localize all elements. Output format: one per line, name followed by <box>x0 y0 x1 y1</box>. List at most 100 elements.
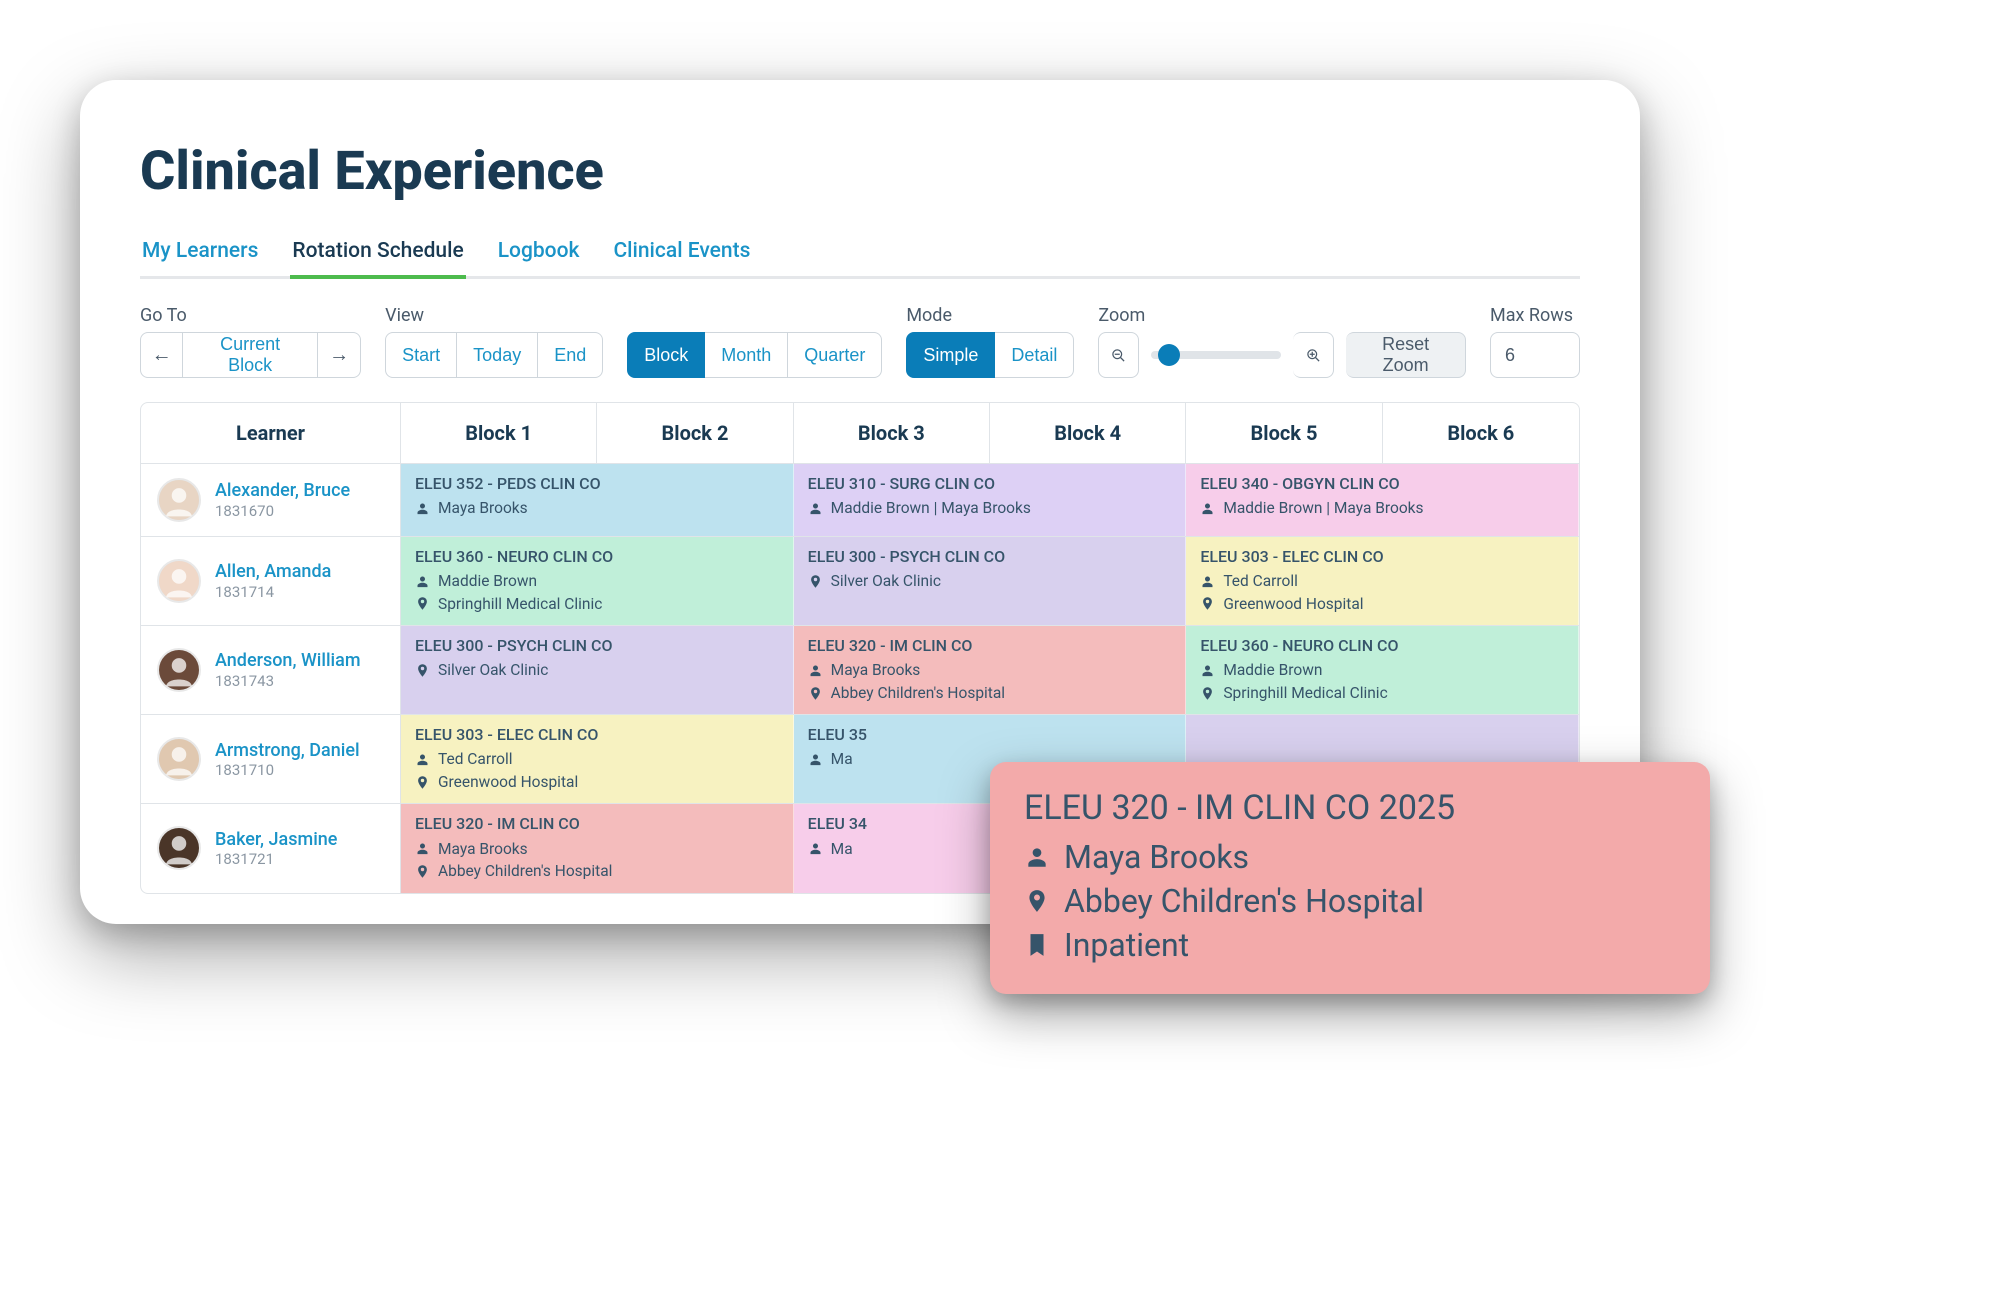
tab-clinical-events[interactable]: Clinical Events <box>611 239 752 279</box>
avatar <box>157 559 201 603</box>
block-location: Springhill Medical Clinic <box>415 593 779 615</box>
block-course: ELEU 303 - ELEC CLIN CO <box>1200 545 1564 568</box>
avatar <box>157 478 201 522</box>
location-icon <box>1024 888 1050 914</box>
block-location: Greenwood Hospital <box>415 771 779 793</box>
col-block4: Block 4 <box>990 403 1186 463</box>
next-button[interactable]: → <box>318 332 361 378</box>
zoom-in-button[interactable] <box>1293 332 1334 378</box>
mode-label: Mode <box>906 305 1074 326</box>
zoom-slider-thumb[interactable] <box>1158 344 1180 366</box>
view-block-button[interactable]: Block <box>627 332 705 378</box>
view-quarter-button[interactable]: Quarter <box>788 332 882 378</box>
avatar <box>157 737 201 781</box>
zoom-out-button[interactable] <box>1098 332 1139 378</box>
mode-detail-button[interactable]: Detail <box>995 332 1074 378</box>
table-row: Anderson, William1831743ELEU 300 - PSYCH… <box>141 626 1579 715</box>
learner-cell[interactable]: Anderson, William1831743 <box>141 626 401 714</box>
view-today-button[interactable]: Today <box>457 332 538 378</box>
block-person: Ted Carroll <box>1200 570 1564 592</box>
mode-simple-button[interactable]: Simple <box>906 332 995 378</box>
reset-zoom-button[interactable]: Reset Zoom <box>1346 332 1466 378</box>
block-course: ELEU 360 - NEURO CLIN CO <box>415 545 779 568</box>
block-person: Maya Brooks <box>415 497 779 519</box>
learner-cell[interactable]: Armstrong, Daniel1831710 <box>141 715 401 803</box>
tooltip-location: Abbey Children's Hospital <box>1064 882 1424 920</box>
rotation-block[interactable]: ELEU 352 - PEDS CLIN COMaya Brooks <box>401 464 794 536</box>
learner-id: 1831714 <box>215 583 331 601</box>
arrow-right-icon: → <box>329 344 349 367</box>
col-block5: Block 5 <box>1186 403 1382 463</box>
tab-my-learners[interactable]: My Learners <box>140 239 260 279</box>
rotation-block[interactable]: ELEU 360 - NEURO CLIN COMaddie BrownSpri… <box>1186 626 1579 714</box>
block-course: ELEU 320 - IM CLIN CO <box>415 812 779 835</box>
table-row: Alexander, Bruce1831670ELEU 352 - PEDS C… <box>141 464 1579 537</box>
learner-name: Allen, Amanda <box>215 561 331 583</box>
avatar <box>157 648 201 692</box>
rotation-tooltip: ELEU 320 - IM CLIN CO 2025 Maya Brooks A… <box>990 762 1710 994</box>
col-block6: Block 6 <box>1383 403 1579 463</box>
block-location: Silver Oak Clinic <box>415 659 779 681</box>
learner-cell[interactable]: Alexander, Bruce1831670 <box>141 464 401 536</box>
blocks-area: ELEU 300 - PSYCH CLIN COSilver Oak Clini… <box>401 626 1579 714</box>
block-course: ELEU 310 - SURG CLIN CO <box>808 472 1172 495</box>
rotation-block[interactable]: ELEU 303 - ELEC CLIN COTed CarrollGreenw… <box>1186 537 1579 625</box>
block-person: Ted Carroll <box>415 748 779 770</box>
rotation-block[interactable]: ELEU 300 - PSYCH CLIN COSilver Oak Clini… <box>794 537 1187 625</box>
view-month-button[interactable]: Month <box>705 332 788 378</box>
block-location: Abbey Children's Hospital <box>808 682 1172 704</box>
toolbar: Go To ← Current Block → View Start Today… <box>140 305 1580 378</box>
block-location: Springhill Medical Clinic <box>1200 682 1564 704</box>
tooltip-person: Maya Brooks <box>1064 838 1249 876</box>
rotation-block[interactable]: ELEU 320 - IM CLIN CO Maya BrooksAbbey Ch… <box>401 804 794 892</box>
avatar <box>157 826 201 870</box>
prev-button[interactable]: ← <box>140 332 183 378</box>
block-course: ELEU 35 <box>808 723 1172 746</box>
rotation-block[interactable]: ELEU 310 - SURG CLIN COMaddie Brown | Ma… <box>794 464 1187 536</box>
blocks-area: ELEU 360 - NEURO CLIN COMaddie BrownSpri… <box>401 537 1579 625</box>
arrow-left-icon: ← <box>152 344 172 367</box>
col-block2: Block 2 <box>597 403 793 463</box>
learner-id: 1831721 <box>215 850 337 868</box>
rotation-block[interactable]: ELEU 303 - ELEC CLIN COTed CarrollGreenw… <box>401 715 794 803</box>
table-row: Allen, Amanda1831714ELEU 360 - NEURO CLI… <box>141 537 1579 626</box>
goto-label: Go To <box>140 305 361 326</box>
block-person: Maddie Brown <box>415 570 779 592</box>
view-label: View <box>385 305 603 326</box>
tab-rotation-schedule[interactable]: Rotation Schedule <box>290 239 465 279</box>
view-start-button[interactable]: Start <box>385 332 457 378</box>
learner-id: 1831710 <box>215 761 360 779</box>
zoom-out-icon <box>1111 348 1126 363</box>
zoom-label: Zoom <box>1098 305 1466 326</box>
block-course: ELEU 303 - ELEC CLIN CO <box>415 723 779 746</box>
col-block3: Block 3 <box>794 403 990 463</box>
rotation-block[interactable]: ELEU 300 - PSYCH CLIN COSilver Oak Clini… <box>401 626 794 714</box>
current-block-button[interactable]: Current Block <box>183 332 318 378</box>
block-course: ELEU 340 - OBGYN CLIN CO <box>1200 472 1564 495</box>
block-person: Maddie Brown <box>1200 659 1564 681</box>
learner-id: 1831743 <box>215 672 361 690</box>
rotation-block[interactable]: ELEU 340 - OBGYN CLIN COMaddie Brown | M… <box>1186 464 1579 536</box>
person-icon <box>1024 844 1050 870</box>
block-location: Greenwood Hospital <box>1200 593 1564 615</box>
block-person: Maya Brooks <box>415 838 779 860</box>
rotation-block[interactable]: ELEU 320 - IM CLIN COMaya BrooksAbbey Ch… <box>794 626 1187 714</box>
tabs-bar: My Learners Rotation Schedule Logbook Cl… <box>140 239 1580 279</box>
col-learner: Learner <box>141 403 401 463</box>
block-person: Maya Brooks <box>808 659 1172 681</box>
view-end-button[interactable]: End <box>538 332 603 378</box>
bookmark-icon <box>1024 932 1050 958</box>
learner-cell[interactable]: Baker, Jasmine1831721 <box>141 804 401 892</box>
maxrows-input[interactable] <box>1490 332 1580 378</box>
maxrows-label: Max Rows <box>1490 305 1580 326</box>
learner-cell[interactable]: Allen, Amanda1831714 <box>141 537 401 625</box>
zoom-slider[interactable] <box>1151 351 1281 359</box>
block-course: ELEU 300 - PSYCH CLIN CO <box>808 545 1172 568</box>
tooltip-tag: Inpatient <box>1064 926 1189 964</box>
page-title: Clinical Experience <box>140 140 1580 203</box>
block-location: Abbey Children's Hospital <box>415 860 779 882</box>
learner-name: Armstrong, Daniel <box>215 740 360 762</box>
tab-logbook[interactable]: Logbook <box>496 239 582 279</box>
block-person: Maddie Brown | Maya Brooks <box>808 497 1172 519</box>
rotation-block[interactable]: ELEU 360 - NEURO CLIN COMaddie BrownSpri… <box>401 537 794 625</box>
